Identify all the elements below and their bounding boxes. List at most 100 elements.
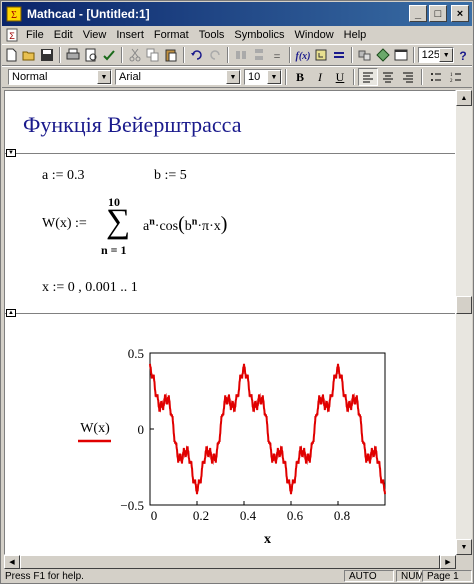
- x-tick-label: 0.6: [287, 508, 304, 523]
- standard-toolbar: = f(x) 125% ▼ ?: [2, 44, 472, 66]
- chevron-down-icon[interactable]: ▼: [97, 70, 111, 84]
- toolbar-separator: [226, 47, 229, 63]
- open-icon[interactable]: [20, 46, 38, 64]
- undo-icon[interactable]: [188, 46, 206, 64]
- y-tick-label: −0.5: [120, 498, 144, 513]
- help-icon[interactable]: ?: [454, 46, 472, 64]
- status-page: Page 1: [422, 570, 472, 582]
- svg-text:=: =: [273, 49, 280, 62]
- menu-bar: Σ File Edit View Insert Format Tools Sym…: [2, 26, 472, 44]
- bold-button[interactable]: B: [290, 68, 310, 86]
- align-across-icon[interactable]: [232, 46, 250, 64]
- toolbar-separator: [285, 69, 287, 85]
- align-left-icon[interactable]: [358, 68, 378, 86]
- title-bar[interactable]: Σ Mathcad - [Untitled:1] _ □ ×: [2, 2, 472, 26]
- menu-insert[interactable]: Insert: [111, 29, 149, 41]
- vertical-scroll-thumb[interactable]: [456, 296, 472, 314]
- align-right-icon[interactable]: [398, 68, 418, 86]
- numbering-icon[interactable]: 12: [446, 68, 466, 86]
- cut-icon[interactable]: [126, 46, 144, 64]
- font-size-value: 10: [248, 71, 261, 83]
- chevron-down-icon[interactable]: ▼: [267, 70, 281, 84]
- menu-help[interactable]: Help: [339, 29, 372, 41]
- formatting-toolbar: Normal ▼ Arial ▼ 10 ▼ B I U 12: [2, 66, 472, 88]
- save-icon[interactable]: [38, 46, 56, 64]
- font-select[interactable]: Arial ▼: [115, 69, 241, 85]
- vertical-scrollbar[interactable]: ▲ ▼: [456, 90, 472, 555]
- y-tick-label: 0.5: [128, 346, 144, 361]
- toolbar-separator: [59, 47, 61, 63]
- zoom-select[interactable]: 125% ▼: [417, 47, 455, 63]
- svg-text:?: ?: [460, 49, 467, 62]
- y-tick-label: 0: [138, 422, 145, 437]
- menu-window[interactable]: Window: [290, 29, 339, 41]
- mathcad-app-icon: Σ: [6, 6, 22, 22]
- status-num: NUM: [396, 570, 424, 582]
- resources-icon[interactable]: [374, 46, 392, 64]
- minimize-button[interactable]: _: [409, 5, 427, 22]
- app-window: Σ Mathcad - [Untitled:1] _ □ × Σ File Ed…: [0, 0, 474, 584]
- x-tick-label: 0.8: [334, 508, 350, 523]
- svg-text:Σ: Σ: [11, 10, 17, 21]
- series-line: [149, 363, 386, 495]
- menu-view[interactable]: View: [78, 29, 112, 41]
- svg-text:1: 1: [450, 73, 453, 78]
- bullets-icon[interactable]: [426, 68, 446, 86]
- new-icon[interactable]: [2, 46, 20, 64]
- redo-icon[interactable]: [206, 46, 224, 64]
- scroll-left-icon[interactable]: ◀: [4, 555, 20, 569]
- scroll-down-icon[interactable]: ▼: [456, 539, 472, 555]
- insert-unit-icon[interactable]: [312, 46, 330, 64]
- toolbar-separator: [353, 69, 355, 85]
- chevron-down-icon[interactable]: ▼: [439, 48, 454, 62]
- align-center-icon[interactable]: [378, 68, 398, 86]
- window-icon[interactable]: [392, 46, 410, 64]
- equals-icon[interactable]: [330, 46, 348, 64]
- weierstrass-plot[interactable]: 0.5 0 −0.5 0 0.2 0.4 0.6 0.8 x W(x): [5, 91, 456, 555]
- scroll-right-icon[interactable]: ▶: [440, 555, 456, 569]
- underline-button[interactable]: U: [330, 68, 350, 86]
- calculate-icon[interactable]: =: [268, 46, 286, 64]
- document-icon[interactable]: Σ: [5, 28, 19, 42]
- print-icon[interactable]: [64, 46, 82, 64]
- copy-icon[interactable]: [144, 46, 162, 64]
- style-value: Normal: [12, 71, 48, 83]
- toolbar-separator: [121, 47, 123, 63]
- insert-function-icon[interactable]: f(x): [294, 46, 312, 64]
- x-tick-label: 0.2: [193, 508, 209, 523]
- svg-text:2: 2: [450, 79, 453, 83]
- scroll-up-icon[interactable]: ▲: [456, 90, 472, 106]
- status-auto: AUTO: [344, 570, 394, 582]
- status-bar: Press F1 for help. AUTO NUM Page 1: [2, 569, 472, 583]
- status-help-text: Press F1 for help.: [5, 570, 84, 582]
- svg-text:Σ: Σ: [9, 31, 15, 41]
- italic-button[interactable]: I: [310, 68, 330, 86]
- print-preview-icon[interactable]: [82, 46, 100, 64]
- menu-format[interactable]: Format: [149, 29, 194, 41]
- align-down-icon[interactable]: [250, 46, 268, 64]
- x-axis-label: x: [264, 532, 271, 547]
- close-button[interactable]: ×: [451, 5, 469, 22]
- toolbar-separator: [421, 69, 423, 85]
- style-select[interactable]: Normal ▼: [8, 69, 112, 85]
- toolbar-separator: [412, 47, 415, 63]
- toolbar-separator: [288, 47, 291, 63]
- toolbar-separator: [182, 47, 185, 63]
- svg-text:f(x): f(x): [295, 51, 310, 62]
- maximize-button[interactable]: □: [429, 5, 447, 22]
- spellcheck-icon[interactable]: [100, 46, 118, 64]
- menu-tools[interactable]: Tools: [194, 29, 230, 41]
- menu-file[interactable]: File: [21, 29, 49, 41]
- menu-symbolics[interactable]: Symbolics: [229, 29, 289, 41]
- x-tick-label: 0: [151, 508, 158, 523]
- font-size-select[interactable]: 10 ▼: [244, 69, 282, 85]
- x-tick-label: 0.4: [240, 508, 257, 523]
- menu-edit[interactable]: Edit: [49, 29, 78, 41]
- component-icon[interactable]: [356, 46, 374, 64]
- worksheet[interactable]: Функція Вейерштрасса ▼ a := 0.3 b := 5 W…: [4, 90, 456, 555]
- paste-icon[interactable]: [162, 46, 180, 64]
- chevron-down-icon[interactable]: ▼: [226, 70, 240, 84]
- horizontal-scrollbar[interactable]: ◀ ▶: [4, 555, 456, 569]
- horizontal-scroll-thumb[interactable]: [20, 555, 440, 569]
- font-value: Arial: [119, 71, 142, 83]
